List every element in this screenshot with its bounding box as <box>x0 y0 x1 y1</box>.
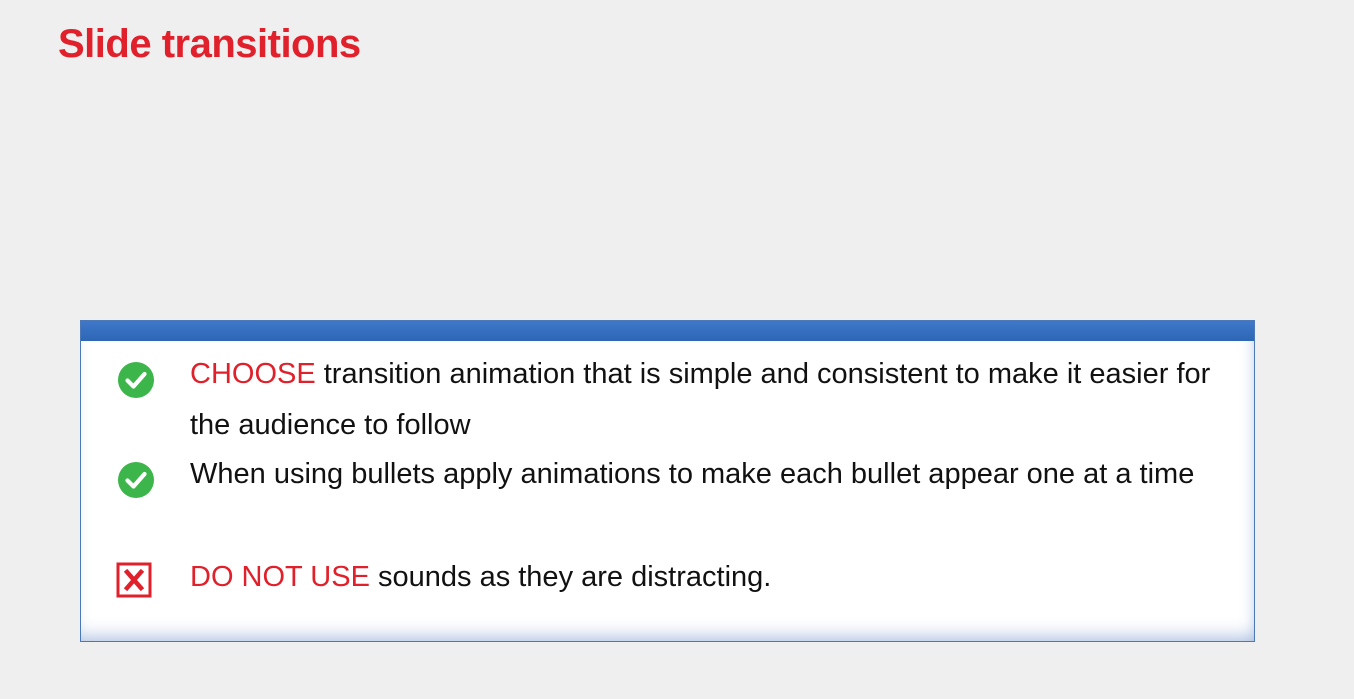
content-box-header-bar <box>81 321 1254 341</box>
x-box-icon <box>110 552 170 603</box>
bullet-body: When using bullets apply animations to m… <box>190 458 1195 490</box>
slide-title: Slide transitions <box>58 22 361 66</box>
bullet-text: DO NOT USE sounds as they are distractin… <box>190 552 1245 603</box>
bullet-body: transition animation that is simple and … <box>190 358 1211 441</box>
bullet-item-do-not-use: DO NOT USE sounds as they are distractin… <box>110 552 1245 603</box>
bullet-text: CHOOSE transition animation that is simp… <box>190 349 1245 451</box>
bullet-text: When using bullets apply animations to m… <box>190 449 1245 500</box>
bullet-item-choose: CHOOSE transition animation that is simp… <box>110 349 1245 451</box>
bullet-body: sounds as they are distracting. <box>369 561 772 593</box>
bullet-emphasis: DO NOT USE <box>190 561 370 593</box>
bullet-emphasis: CHOOSE <box>190 358 316 390</box>
check-circle-icon <box>110 449 170 500</box>
bullet-item-bullets-animation: When using bullets apply animations to m… <box>110 449 1245 500</box>
check-circle-icon <box>110 349 170 400</box>
